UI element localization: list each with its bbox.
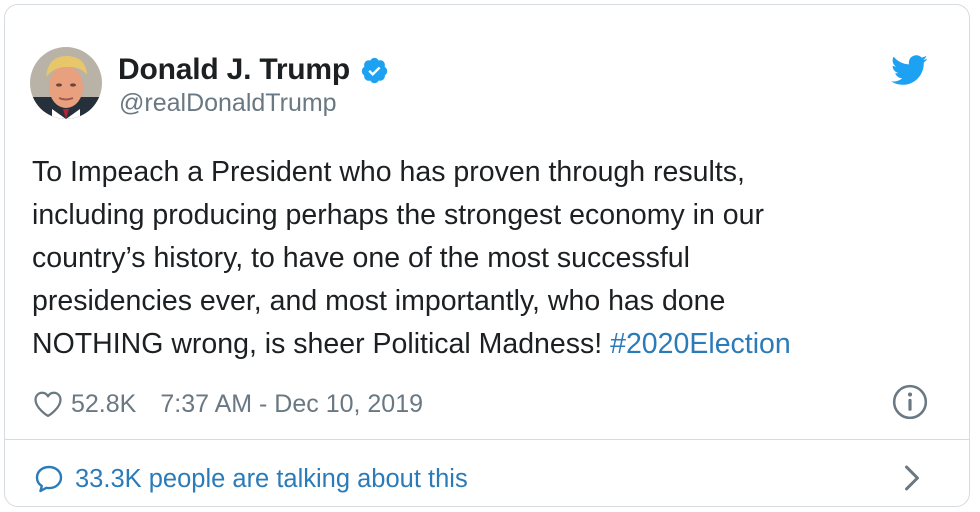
author-display-name[interactable]: Donald J. Trump [118,53,350,87]
heart-icon[interactable] [33,390,63,418]
like-count[interactable]: 52.8K [71,390,136,419]
divider [5,439,969,440]
embedded-tweet-card[interactable]: Donald J. Trump @realDonaldTrump To Impe… [4,4,970,507]
conversation-link[interactable]: 33.3K people are talking about this [33,459,468,499]
talking-about-text[interactable]: 33.3K people are talking about this [75,465,468,494]
speech-bubble-icon [35,465,63,493]
tweet-meta-row: 52.8K 7:37 AM - Dec 10, 2019 [33,385,423,423]
info-icon[interactable] [891,383,929,421]
twitter-bird-icon[interactable] [891,55,928,86]
chevron-right-icon[interactable] [902,463,922,493]
tweet-timestamp[interactable]: 7:37 AM - Dec 10, 2019 [160,390,423,419]
author-handle[interactable]: @realDonaldTrump [119,89,337,118]
verified-badge-icon [361,57,388,83]
avatar[interactable] [30,47,102,119]
hashtag-link[interactable]: #2020Election [610,328,791,360]
author-name-row[interactable]: Donald J. Trump [118,51,389,89]
tweet-text: To Impeach a President who has proven th… [32,151,932,366]
